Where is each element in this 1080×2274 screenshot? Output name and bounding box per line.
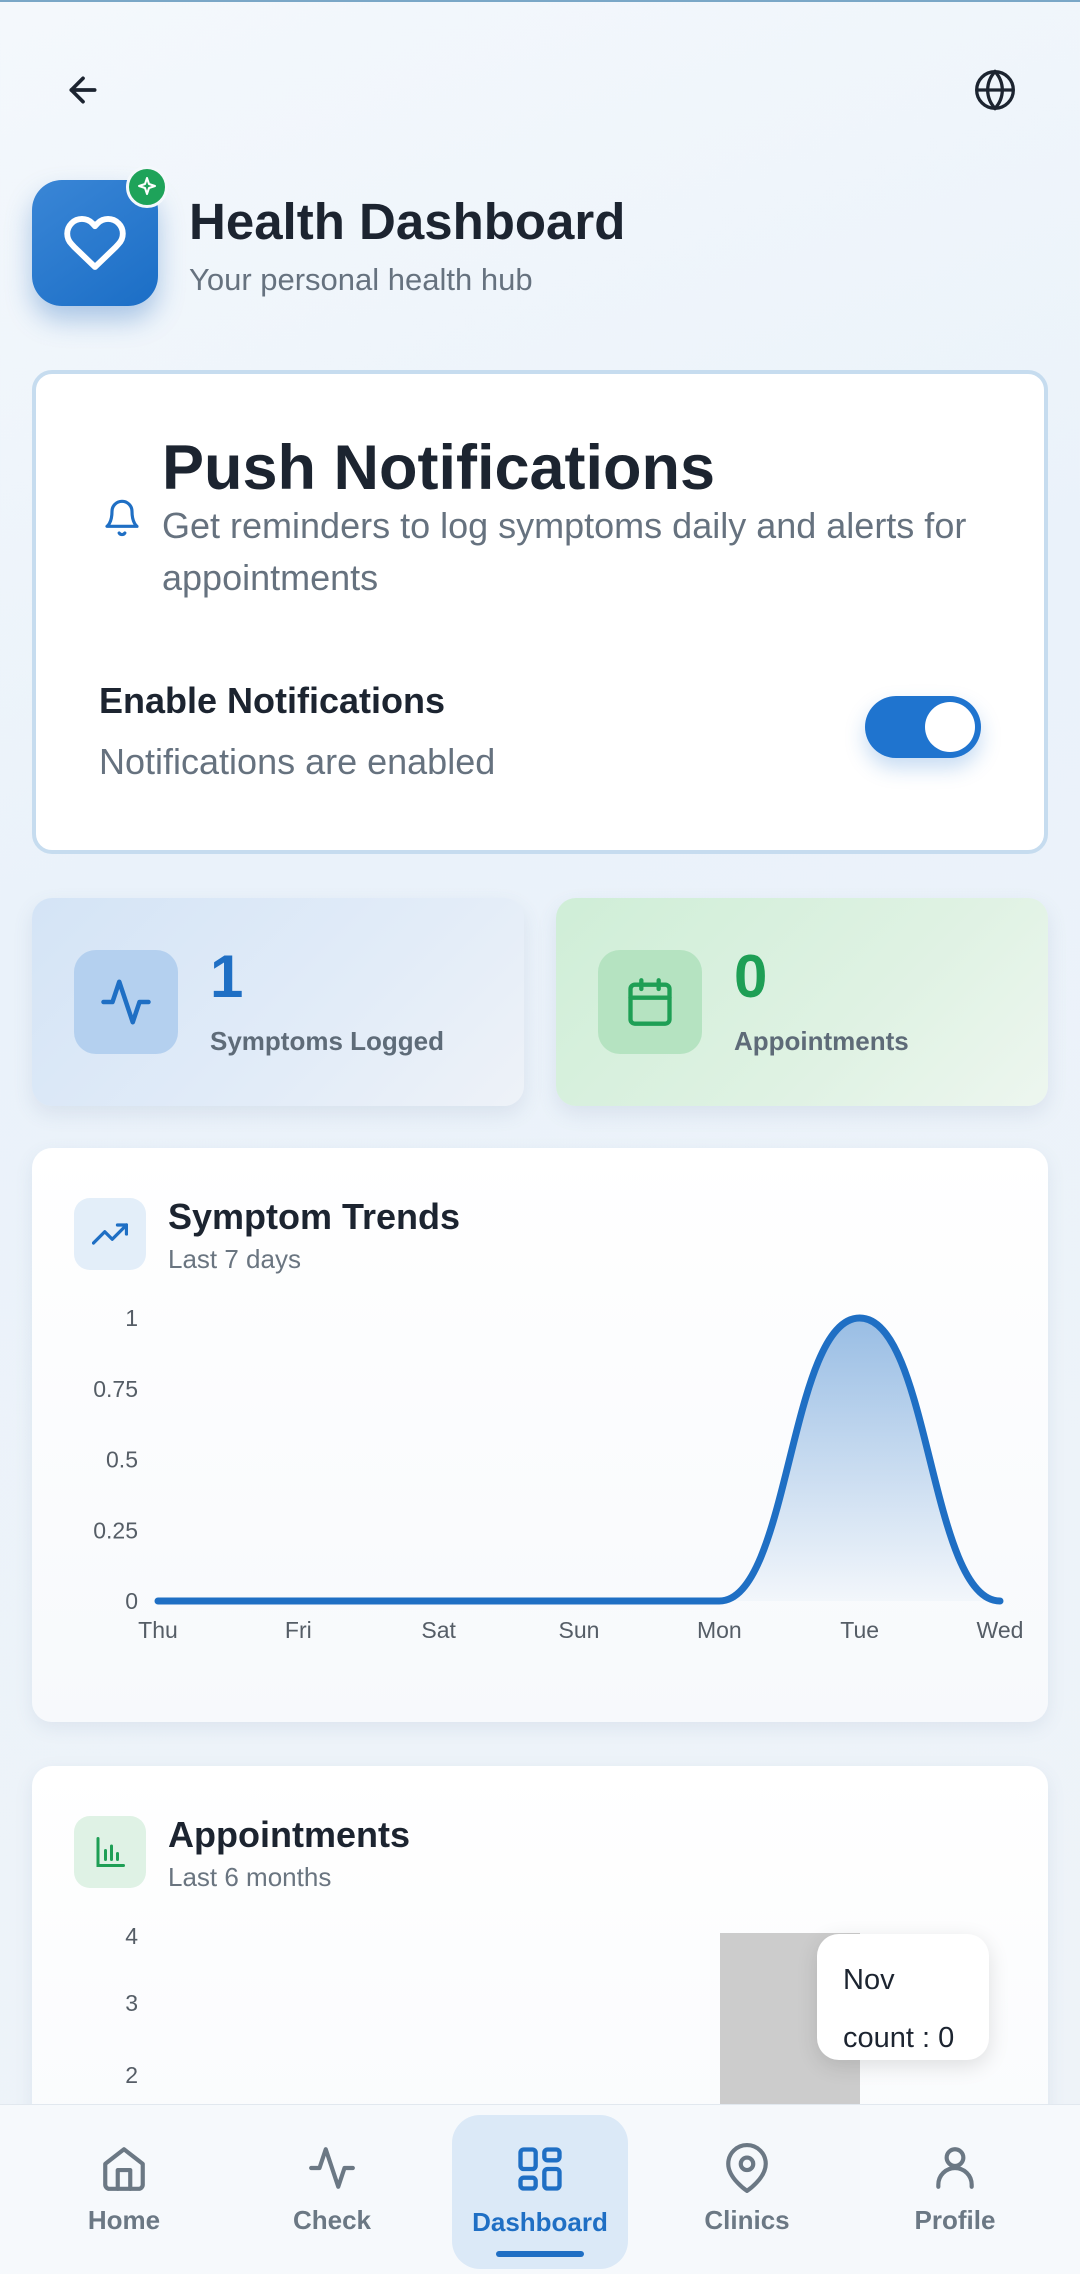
notifications-title: Push Notifications [162, 433, 716, 503]
tooltip-label: Nov [843, 1964, 895, 1996]
calendar-icon [628, 978, 672, 1026]
appointments-card[interactable]: 0 Appointments [556, 898, 1048, 1106]
nav-item-clinics[interactable]: Clinics [647, 2105, 847, 2274]
nav-item-home[interactable]: Home [24, 2105, 224, 2274]
top-border [0, 0, 1080, 2]
nav-label-dashboard: Dashboard [472, 2207, 608, 2237]
symptom-trends-chart: 0 0.25 0.5 0.75 1 Thu Fri Sat Sun Mon Tue Wed [93, 1305, 1024, 1643]
y-tick-label: 2 [125, 2062, 138, 2088]
x-tick-label: Fri [285, 1617, 312, 1643]
chart-tooltip: Nov count : 0 [817, 1934, 989, 2060]
heart-icon [64, 216, 126, 270]
tooltip-value: count : 0 [843, 2022, 955, 2054]
nav-label-check: Check [292, 2205, 372, 2235]
notifications-toggle[interactable] [865, 696, 981, 758]
notifications-description: Get reminders to log symptoms daily and … [162, 505, 967, 598]
appointments-count: 0 [734, 943, 768, 1010]
page-subtitle: Your personal health hub [189, 262, 533, 297]
sparkle-icon [138, 177, 156, 195]
bottom-navigation: Home Check Dashboard Clinics Profile [0, 2104, 1080, 2274]
user-icon [936, 2147, 974, 2189]
home-icon [103, 2147, 145, 2191]
notifications-status: Notifications are enabled [99, 741, 496, 782]
nav-item-dashboard[interactable]: Dashboard [440, 2105, 640, 2274]
y-tick-label: 3 [125, 1990, 138, 2016]
x-tick-label: Tue [840, 1617, 879, 1643]
globe-icon [975, 69, 1015, 111]
sparkle-badge [126, 166, 168, 208]
symptom-trends-card: Symptom Trends Last 7 days 0 0.25 0.5 0.75 1… [32, 1148, 1048, 1722]
arrow-left-icon [69, 76, 97, 104]
x-tick-label: Sat [421, 1617, 456, 1643]
x-tick-label: Mon [697, 1617, 742, 1643]
bell-icon [105, 499, 139, 537]
nav-item-check[interactable]: Check [232, 2105, 432, 2274]
x-tick-label: Thu [138, 1617, 178, 1643]
map-pin-icon [726, 2143, 768, 2193]
series-area [158, 1318, 1000, 1601]
y-tick-label: 0 [125, 1588, 138, 1614]
nav-label-profile: Profile [914, 2205, 996, 2235]
y-tick-label: 0.75 [93, 1376, 138, 1402]
stat-icon-box [598, 950, 702, 1054]
symptoms-count: 1 [210, 943, 244, 1010]
activity-icon [309, 2147, 355, 2189]
stat-icon-box [74, 950, 178, 1054]
language-button[interactable] [955, 50, 1035, 130]
symptoms-label: Symptoms Logged [210, 1026, 445, 1056]
y-tick-label: 1 [125, 1305, 138, 1331]
symptoms-logged-card[interactable]: 1 Symptoms Logged [32, 898, 524, 1106]
dashboard-grid-icon [518, 2147, 562, 2191]
enable-notifications-label: Enable Notifications [99, 680, 446, 721]
back-button[interactable] [43, 50, 123, 130]
toggle-knob [925, 702, 975, 752]
appointments-label: Appointments [734, 1026, 909, 1056]
x-tick-label: Sun [559, 1617, 600, 1643]
push-notifications-card: Push Notifications Get reminders to log … [32, 370, 1048, 854]
nav-item-profile[interactable]: Profile [855, 2105, 1055, 2274]
x-tick-label: Wed [977, 1617, 1024, 1643]
page-title: Health Dashboard [189, 193, 626, 250]
nav-label-clinics: Clinics [704, 2205, 790, 2235]
y-tick-label: 0.25 [93, 1517, 138, 1543]
nav-active-indicator [496, 2251, 584, 2257]
y-tick-label: 0.5 [106, 1447, 138, 1473]
activity-icon [101, 979, 151, 1025]
y-tick-label: 4 [125, 1923, 138, 1949]
nav-label-home: Home [87, 2205, 161, 2235]
